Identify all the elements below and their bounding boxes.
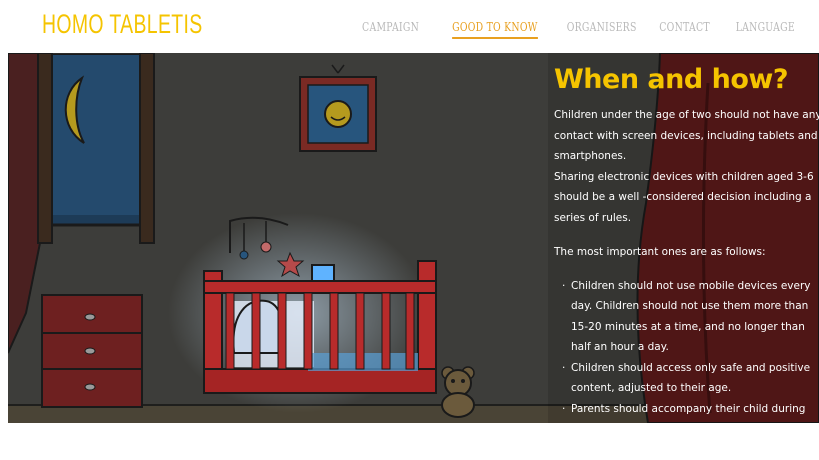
main-nav: CAMPAIGN GOOD TO KNOW ORGANISERS CONTACT… [337,20,795,39]
list-item: Children should access only safe and pos… [571,358,819,399]
nav-item-language[interactable]: LANGUAGE [736,20,795,39]
glowing-tablet-icon [312,265,334,281]
nav-item-good-to-know[interactable]: GOOD TO KNOW [452,20,537,39]
teddy-bear [442,367,474,417]
site-header: HOMO TABLETIS CAMPAIGN GOOD TO KNOW ORGA… [0,0,819,53]
site-logo[interactable]: HOMO TABLETIS [42,9,203,40]
paragraph-intro-rules: The most important ones are as follows: [554,242,819,263]
list-item: Children should not use mobile devices e… [571,276,819,358]
nav-item-contact[interactable]: CONTACT [660,20,711,39]
info-section: When and how? Children under the age of … [554,64,819,460]
sun-icon [325,101,351,127]
nav-item-organisers[interactable]: ORGANISERS [566,20,636,39]
sun-picture-frame [300,65,376,151]
nav-item-campaign[interactable]: CAMPAIGN [362,20,419,39]
paragraph-age-three-six: Sharing electronic devices with children… [554,167,819,229]
list-item: Parents should accompany their child dur… [571,399,819,460]
night-window [38,53,154,243]
paragraph-age-two: Children under the age of two should not… [554,105,819,167]
section-title: When and how? [554,64,819,95]
rules-list: Children should not use mobile devices e… [554,276,819,460]
dresser [42,295,142,407]
